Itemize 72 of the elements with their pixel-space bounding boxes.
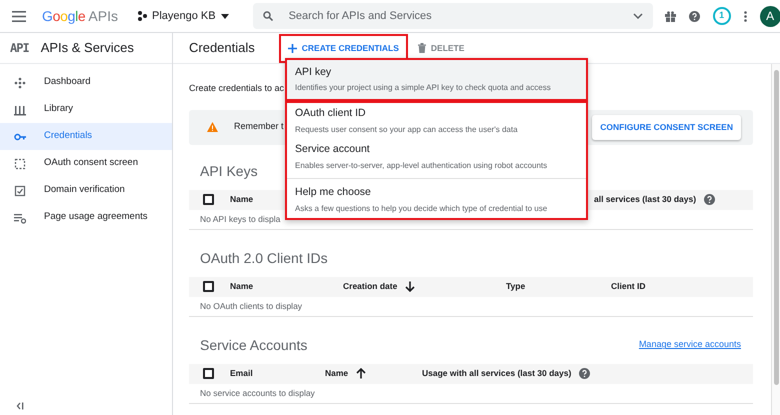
trash-icon xyxy=(418,43,426,53)
avatar[interactable]: A xyxy=(760,6,780,26)
more-options-icon[interactable] xyxy=(744,10,747,22)
notice-text: Remember t xyxy=(234,120,284,134)
library-icon xyxy=(14,104,26,116)
scrollbar[interactable] xyxy=(771,64,780,415)
column-header: Usage with all services (last 30 days) xyxy=(422,367,572,380)
search-field[interactable]: Search for APIs and Services xyxy=(252,3,653,29)
menu-item-description: Requests user consent so your app can access the user's data xyxy=(295,124,519,136)
collapse-icon[interactable] xyxy=(16,402,24,410)
intro-text: Create credentials to ac xyxy=(189,82,284,95)
gift-icon[interactable] xyxy=(664,10,676,22)
column-header: Creation date xyxy=(343,280,398,293)
sidebar-item[interactable]: Library xyxy=(0,96,172,123)
verification-icon xyxy=(14,184,26,196)
arrow-up-icon[interactable] xyxy=(356,368,366,379)
column-header: Type xyxy=(506,280,526,293)
select-all-checkbox[interactable] xyxy=(203,368,214,379)
menu-item[interactable]: Help me choose Asks a few questions to help you decide which type of credential to use xyxy=(287,182,586,218)
menu-item[interactable]: Service account Enables server-to-server, app-level authentication using robot accounts xyxy=(287,139,586,175)
menu-item-title: API key xyxy=(295,64,332,80)
empty-message: No OAuth clients to display xyxy=(200,300,302,312)
google-logo[interactable]: Google xyxy=(42,6,86,26)
project-selector[interactable]: Playengo KB xyxy=(138,8,229,24)
page-title: Credentials xyxy=(189,39,255,58)
sidebar-item[interactable]: OAuth consent screen xyxy=(0,150,172,177)
menu-item[interactable]: OAuth client ID Requests user consent so your app can access the user's data xyxy=(287,103,586,139)
menu-item[interactable]: API key Identifies your project using a simple API key to check quota and access xyxy=(287,60,586,99)
search-icon xyxy=(262,11,273,21)
warning-icon xyxy=(207,122,218,132)
manage-service-accounts-link[interactable]: Manage service accounts xyxy=(638,338,741,352)
arrow-down-icon[interactable] xyxy=(405,281,416,292)
sidebar-item[interactable]: Credentials xyxy=(0,123,172,150)
empty-message: No API keys to displa xyxy=(200,212,280,226)
menu-item-title: Help me choose xyxy=(295,185,372,200)
menu-item-title: Service account xyxy=(295,142,371,157)
menu-item-description: Asks a few questions to help you decide which type of credential to use xyxy=(295,202,548,215)
help-icon[interactable] xyxy=(704,194,716,205)
sidebar-item[interactable]: Dashboard xyxy=(0,69,172,96)
configure-consent-button[interactable]: CONFIGURE CONSENT SCREEN xyxy=(592,114,741,140)
menu-icon[interactable] xyxy=(12,10,26,22)
select-all-checkbox[interactable] xyxy=(203,281,214,292)
menu-item-description: Enables server-to-server, app-level authentication using robot accounts xyxy=(295,160,548,172)
column-header: Name xyxy=(325,367,348,380)
plus-icon xyxy=(288,44,297,52)
project-icon xyxy=(138,11,147,21)
search-input[interactable]: Search for APIs and Services xyxy=(288,8,617,24)
sidebar-title: APIs & Services xyxy=(40,39,134,58)
chevron-down-icon xyxy=(632,13,643,19)
column-header: Name xyxy=(230,280,254,293)
consent-icon xyxy=(14,158,26,170)
agreement-icon xyxy=(14,212,26,224)
column-header: Client ID xyxy=(611,280,646,293)
help-icon[interactable] xyxy=(579,368,590,379)
menu-item-title: OAuth client ID xyxy=(295,106,367,121)
column-header: Name xyxy=(230,193,254,206)
select-all-checkbox[interactable] xyxy=(203,194,214,205)
section-title: Service Accounts xyxy=(200,336,308,354)
section-title: OAuth 2.0 Client IDs xyxy=(200,248,328,268)
api-logo: API xyxy=(10,40,29,57)
column-header: Email xyxy=(230,367,253,380)
dashboard-icon xyxy=(14,76,26,88)
column-header: all services (last 30 days) xyxy=(594,193,696,206)
caret-icon xyxy=(220,14,229,18)
section-title: API Keys xyxy=(200,162,258,181)
menu-item-description: Identifies your project using a simple API key to check quota and access xyxy=(295,82,552,94)
help-icon[interactable] xyxy=(688,10,700,22)
empty-message: No service accounts to display xyxy=(200,386,315,400)
sidebar-item[interactable]: Page usage agreements xyxy=(0,204,172,231)
delete-button[interactable]: DELETE xyxy=(418,42,464,54)
sidebar-item[interactable]: Domain verification xyxy=(0,177,172,204)
product-name: APIs xyxy=(88,6,118,26)
